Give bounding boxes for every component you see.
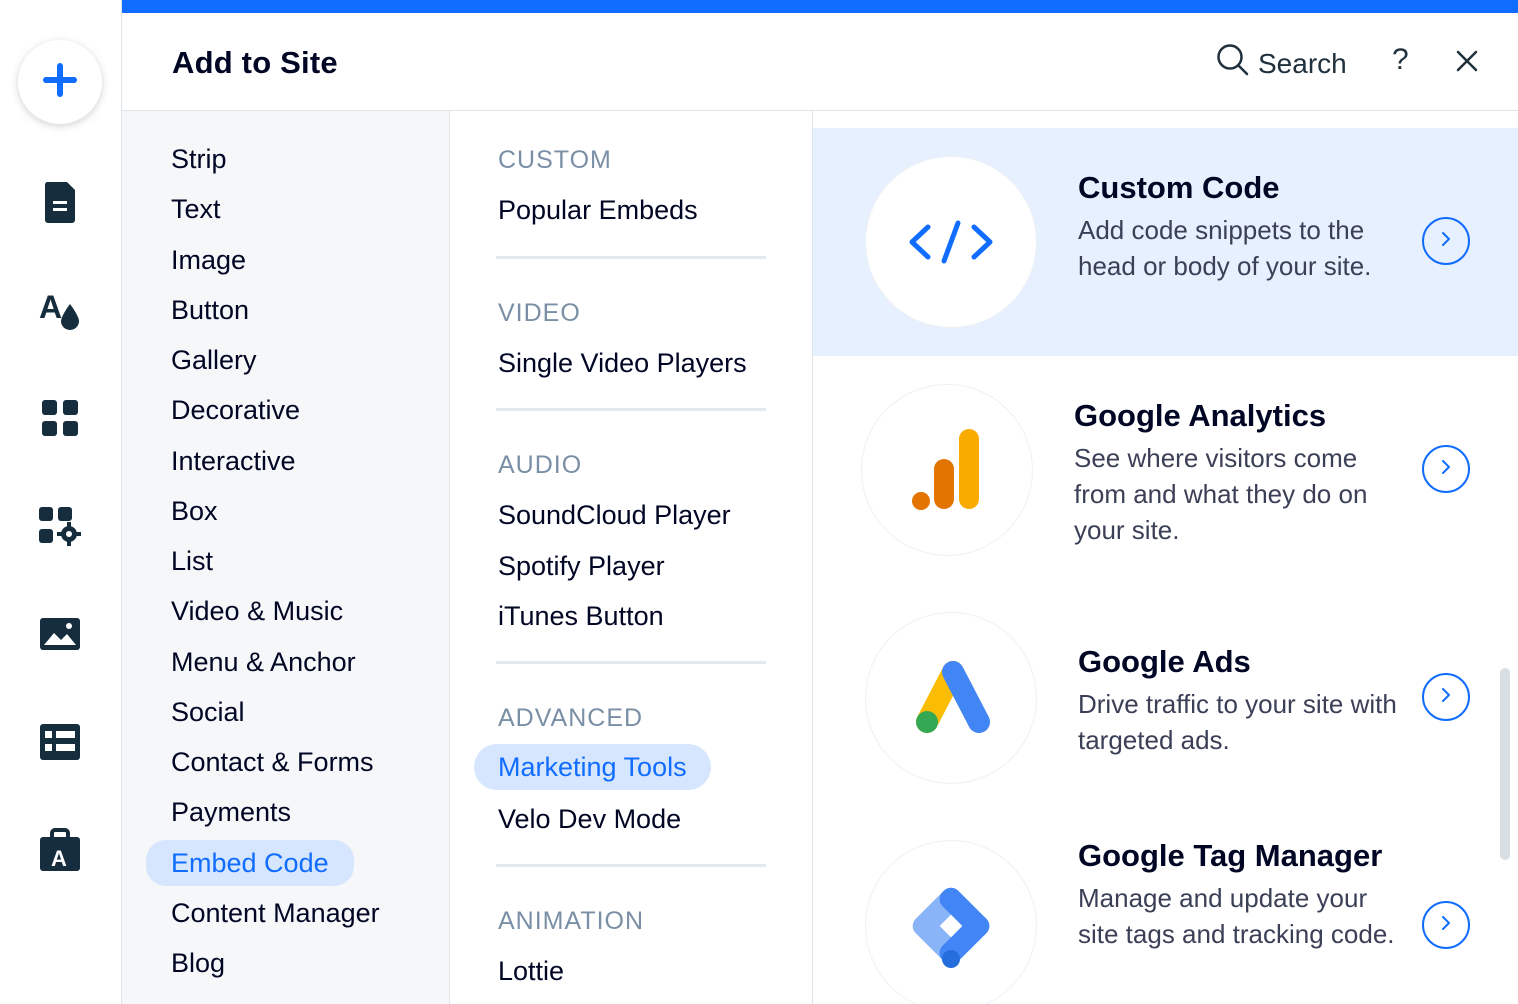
subcategory-item[interactable]: Popular Embeds <box>474 187 722 233</box>
google-tag-manager-icon <box>865 840 1037 1004</box>
card-arrow-button[interactable] <box>1422 901 1470 949</box>
card-arrow-button[interactable] <box>1422 217 1470 265</box>
category-item[interactable]: Contact & Forms <box>146 742 399 782</box>
card-title: Google Tag Manager <box>1078 838 1383 873</box>
card-google-analytics[interactable]: Google Analytics See where visitors come… <box>813 356 1518 584</box>
add-to-site-panel: Add to Site Search ? Strip Text Image Bu… <box>122 13 1518 1004</box>
card-description: Add code snippets to the head or body of… <box>1078 215 1372 281</box>
media-icon[interactable] <box>36 610 84 658</box>
card-arrow-button[interactable] <box>1422 673 1470 721</box>
subcategory-item[interactable]: SoundCloud Player <box>474 492 755 538</box>
divider <box>496 256 766 259</box>
add-elements-button[interactable] <box>18 40 102 124</box>
section-heading: ANIMATION <box>498 907 645 935</box>
business-icon[interactable]: A <box>36 826 84 874</box>
category-item[interactable]: Gallery <box>146 340 282 380</box>
divider <box>496 864 766 867</box>
chevron-right-icon <box>1439 686 1453 709</box>
search-icon <box>1216 43 1258 84</box>
category-item[interactable]: Box <box>146 491 243 531</box>
help-button[interactable]: ? <box>1392 43 1409 77</box>
subcategory-item-marketing-tools[interactable]: Marketing Tools <box>474 744 711 790</box>
left-toolbar: A A <box>0 0 122 1004</box>
section-heading: ADVANCED <box>498 704 644 732</box>
category-item[interactable]: Content Manager <box>146 893 405 933</box>
category-item[interactable]: Blog <box>146 943 250 983</box>
close-icon <box>1452 50 1482 80</box>
section-heading: VIDEO <box>498 299 581 327</box>
subcategory-item[interactable]: Single Video Players <box>474 340 771 386</box>
category-item[interactable]: Decorative <box>146 390 325 430</box>
plus-icon <box>40 60 80 105</box>
content-scrollbar[interactable] <box>1500 668 1510 860</box>
search-label: Search <box>1258 47 1347 79</box>
card-title: Custom Code <box>1078 170 1280 205</box>
category-item[interactable]: Interactive <box>146 441 321 481</box>
chevron-right-icon <box>1439 230 1453 253</box>
chevron-right-icon <box>1439 914 1453 937</box>
category-item[interactable]: Social <box>146 692 270 732</box>
category-item[interactable]: Menu & Anchor <box>146 642 381 682</box>
subcategory-item[interactable]: Spotify Player <box>474 543 689 589</box>
subcategory-item[interactable]: iTunes Button <box>474 593 688 639</box>
close-button[interactable] <box>1452 46 1482 81</box>
top-accent-bar <box>122 0 1518 13</box>
category-item-embed-code[interactable]: Embed Code <box>146 840 354 886</box>
design-icon[interactable]: A <box>36 286 84 334</box>
category-item[interactable]: Video & Music <box>146 591 368 631</box>
card-title: Google Analytics <box>1074 398 1327 433</box>
section-heading: CUSTOM <box>498 146 612 174</box>
google-analytics-icon <box>861 384 1033 556</box>
subcategory-item[interactable]: Velo Dev Mode <box>474 796 705 842</box>
card-google-ads[interactable]: Google Ads Drive traffic to your site wi… <box>813 584 1518 812</box>
card-description: Drive traffic to your site with targeted… <box>1078 689 1397 755</box>
marketing-tools-list: Custom Code Add code snippets to the hea… <box>813 111 1518 1004</box>
category-item[interactable]: Image <box>146 240 271 280</box>
add-apps-icon[interactable] <box>36 502 84 550</box>
subcategory-list: CUSTOM Popular Embeds VIDEO Single Video… <box>450 111 813 1004</box>
pages-icon[interactable] <box>36 178 84 226</box>
category-item[interactable]: Text <box>146 189 246 229</box>
panel-header: Add to Site Search ? <box>122 13 1518 111</box>
card-arrow-button[interactable] <box>1422 445 1470 493</box>
category-item[interactable]: Payments <box>146 792 316 832</box>
cms-icon[interactable] <box>36 718 84 766</box>
category-item[interactable]: List <box>146 541 238 581</box>
svg-text:A: A <box>51 846 67 871</box>
category-item[interactable]: Strip <box>146 139 252 179</box>
card-title: Google Ads <box>1078 644 1251 679</box>
divider <box>496 661 766 664</box>
category-list: Strip Text Image Button Gallery Decorati… <box>122 111 450 1004</box>
card-google-tag-manager[interactable]: Google Tag Manager Manage and update you… <box>813 812 1518 1004</box>
apps-icon[interactable] <box>36 394 84 442</box>
card-custom-code[interactable]: Custom Code Add code snippets to the hea… <box>813 128 1518 356</box>
subcategory-item[interactable]: Lottie <box>474 948 588 994</box>
divider <box>496 408 766 411</box>
card-description: See where visitors come from and what th… <box>1074 443 1368 545</box>
chevron-right-icon <box>1439 458 1453 481</box>
section-heading: AUDIO <box>498 451 583 479</box>
search-button[interactable]: Search <box>1216 43 1347 84</box>
code-icon <box>865 156 1037 328</box>
card-description: Manage and update your site tags and tra… <box>1078 883 1395 949</box>
google-ads-icon <box>865 612 1037 784</box>
category-item[interactable]: Button <box>146 290 274 330</box>
svg-text:A: A <box>39 289 62 325</box>
panel-title: Add to Site <box>172 45 338 80</box>
